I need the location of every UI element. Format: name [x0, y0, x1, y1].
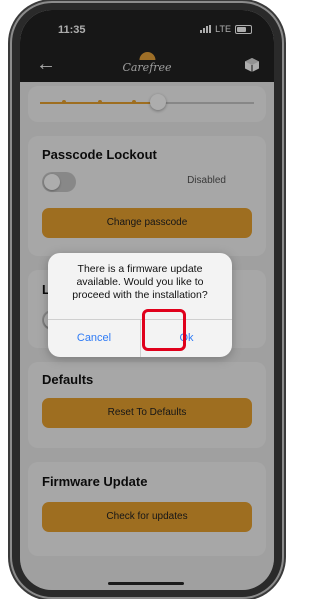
dialog-message: There is a firmware update available. Wo…	[72, 263, 208, 301]
back-arrow-icon[interactable]: ←	[36, 54, 56, 74]
slider-tick	[132, 100, 136, 104]
battery-icon	[235, 24, 252, 34]
firmware-update-dialog: There is a firmware update available. Wo…	[48, 253, 232, 357]
check-updates-button[interactable]: Check for updates	[42, 502, 252, 532]
firmware-card: Firmware Update Check for updates	[28, 462, 266, 556]
slider-thumb[interactable]	[149, 94, 166, 110]
status-time: 11:35	[58, 24, 86, 36]
status-bar: 11:35 LTE	[20, 10, 274, 48]
passcode-card: Passcode Lockout Disabled Change passcod…	[28, 136, 266, 256]
logo-text: Carefree	[122, 61, 172, 74]
passcode-toggle[interactable]	[42, 172, 76, 192]
brightness-card	[28, 86, 266, 122]
passcode-title: Passcode Lockout	[42, 147, 157, 162]
passcode-state-label: Disabled	[187, 175, 226, 186]
defaults-card: Defaults Reset To Defaults	[28, 362, 266, 448]
change-passcode-button[interactable]: Change passcode	[42, 208, 252, 238]
cancel-button[interactable]: Cancel	[48, 319, 140, 357]
app-logo: Carefree	[122, 52, 172, 74]
network-label: LTE	[215, 24, 231, 34]
slider-tick	[98, 100, 102, 104]
cube-icon[interactable]	[244, 57, 260, 73]
brightness-slider[interactable]	[40, 94, 254, 110]
logo-sun-icon	[139, 52, 155, 60]
signal-icon	[200, 25, 212, 33]
reset-defaults-button[interactable]: Reset To Defaults	[42, 398, 252, 428]
ok-highlight-box	[142, 309, 186, 351]
firmware-title: Firmware Update	[42, 474, 148, 489]
slider-tick	[62, 100, 66, 104]
home-indicator[interactable]	[108, 582, 184, 585]
nav-bar: ← Carefree	[20, 48, 274, 82]
status-icons: LTE	[200, 24, 252, 34]
defaults-title: Defaults	[42, 372, 94, 387]
